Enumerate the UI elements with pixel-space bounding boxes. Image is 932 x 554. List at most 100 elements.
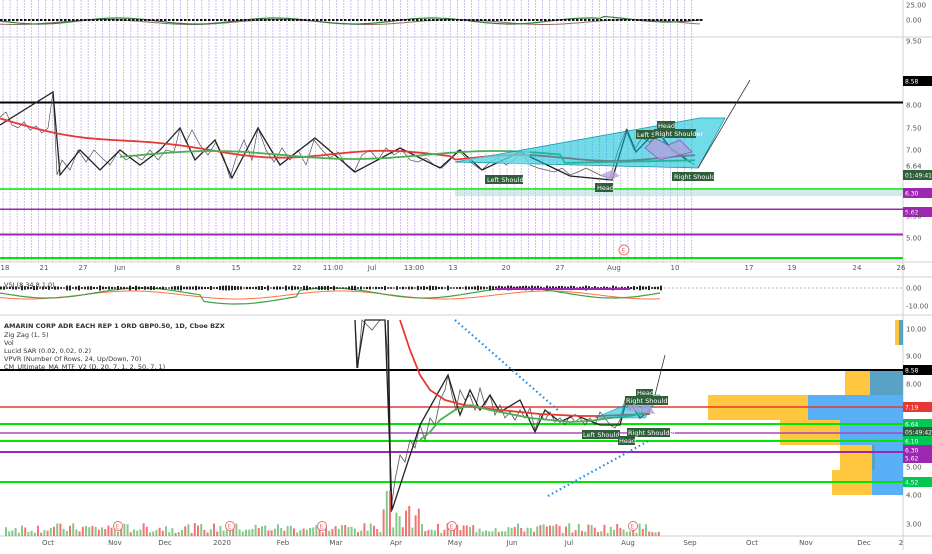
volume-bar	[101, 527, 103, 536]
volume-bar	[302, 528, 305, 536]
time-label: Oct	[746, 539, 758, 547]
volume-bar	[565, 526, 567, 536]
volume-bar	[139, 529, 142, 536]
price-tag-8-58: 8.58	[905, 79, 919, 86]
vsi-bar	[417, 285, 419, 291]
volume-bar	[264, 525, 267, 536]
volume-bar	[629, 531, 631, 536]
volume-bar	[405, 510, 407, 536]
charts-svg[interactable]: E EEEEE 25.000.009.508.588.007.507.006.6…	[0, 0, 932, 550]
volume-bar	[542, 524, 545, 536]
legend-vol[interactable]: Vol	[4, 339, 14, 347]
osc-dot	[532, 19, 535, 21]
osc-dot	[196, 19, 199, 21]
osc-dot	[4, 19, 7, 21]
vsi-bar	[294, 286, 296, 290]
time-label: 11:00	[323, 264, 343, 272]
vsi-bar	[276, 286, 278, 290]
volume-bar	[465, 525, 468, 536]
vsi-bar	[0, 286, 2, 290]
volume-bar	[152, 531, 155, 536]
vsi-bar	[174, 286, 176, 290]
osc-dot	[560, 19, 563, 21]
osc-dot	[180, 19, 183, 21]
symbol-title[interactable]: AMARIN CORP ADR EACH REP 1 ORD GBP0.50, …	[4, 322, 225, 330]
volume-bar	[491, 531, 494, 536]
osc-dot	[436, 19, 439, 21]
osc-dot	[500, 19, 503, 21]
volume-bar	[363, 523, 366, 536]
osc-dot	[160, 19, 163, 21]
volume-bar	[11, 530, 14, 536]
volume-bar	[126, 524, 129, 536]
vsi-bar	[492, 286, 494, 290]
osc-dot	[412, 19, 415, 21]
vsi-bar	[297, 286, 299, 290]
head-top-label: Head	[637, 389, 654, 397]
volume-bar	[33, 532, 36, 536]
osc-dot	[92, 19, 95, 21]
volume-bar	[510, 527, 513, 536]
osc-dot	[440, 19, 443, 21]
volume-bar	[97, 529, 100, 536]
osc-dot	[100, 19, 103, 21]
legend-vpvr[interactable]: VPVR (Number Of Rows, 24, Up/Down, 70)	[4, 355, 141, 363]
volume-bar	[254, 524, 257, 536]
osc-dot	[332, 19, 335, 21]
osc-dot	[696, 19, 699, 21]
volume-bar	[305, 529, 308, 536]
volume-bar	[507, 527, 510, 536]
volume-bar	[645, 524, 647, 536]
osc-dot	[172, 19, 175, 21]
vsi-bar	[228, 285, 230, 291]
volume-bar	[161, 530, 164, 536]
osc-dot	[636, 19, 639, 21]
vsi-bar	[309, 286, 311, 290]
osc-dot	[644, 19, 647, 21]
osc-dot	[612, 19, 615, 21]
osc-dot	[360, 19, 363, 21]
legend-sar[interactable]: Lucid SAR (0.02, 0.02, 0.2)	[4, 347, 91, 355]
volume-bar	[552, 525, 555, 536]
osc-dot	[620, 19, 623, 21]
volume-bar	[129, 532, 132, 536]
volume-bar	[382, 509, 385, 536]
vsi-bar	[402, 286, 404, 290]
volume-bar	[523, 531, 526, 536]
volume-bar	[190, 532, 193, 536]
earnings-label: E	[320, 524, 324, 531]
vsi-bar	[633, 286, 635, 290]
osc-dot	[464, 19, 467, 21]
volume-bar	[526, 527, 529, 536]
time-label: Jul	[367, 264, 377, 272]
osc-dot	[376, 19, 379, 21]
osc-dot	[520, 19, 523, 21]
osc-dot	[616, 19, 619, 21]
volume-bar	[187, 524, 190, 536]
right-shoulder-label: Right Shoulder	[628, 429, 676, 437]
vsi-bar	[213, 287, 215, 289]
volume-bar	[513, 526, 516, 536]
right-shoulder2-label: Right Shoulder	[655, 130, 703, 138]
vsi-bar	[249, 286, 251, 290]
osc-dot	[488, 19, 491, 21]
price-label: 10.00	[906, 326, 926, 334]
osc-dot	[504, 19, 507, 21]
volume-bar	[289, 525, 292, 536]
vsi-bar	[108, 286, 110, 290]
osc-dot	[208, 19, 211, 21]
osc-dot	[460, 19, 463, 21]
volume-bar	[245, 529, 247, 536]
osc-dot	[112, 19, 115, 21]
vsi-bar	[393, 287, 395, 289]
volume-bar	[472, 525, 475, 536]
legend-zigzag[interactable]: Zig Zag (1, 5)	[4, 331, 49, 339]
vsi-bar	[225, 285, 227, 291]
osc-dot	[152, 19, 155, 21]
legend-ma[interactable]: CM_Ultimate_MA_MTF_V2 (D, 20, 7, 1, 2, 5…	[4, 363, 165, 371]
time-label: Dec	[857, 539, 871, 547]
volume-bar	[398, 516, 401, 536]
osc-dot	[120, 19, 123, 21]
chart-stage[interactable]: E EEEEE 25.00 0.00 9.50 8.58 8.00 7.50 7.00 6.6…	[0, 0, 932, 550]
vsi-bar	[57, 286, 59, 290]
